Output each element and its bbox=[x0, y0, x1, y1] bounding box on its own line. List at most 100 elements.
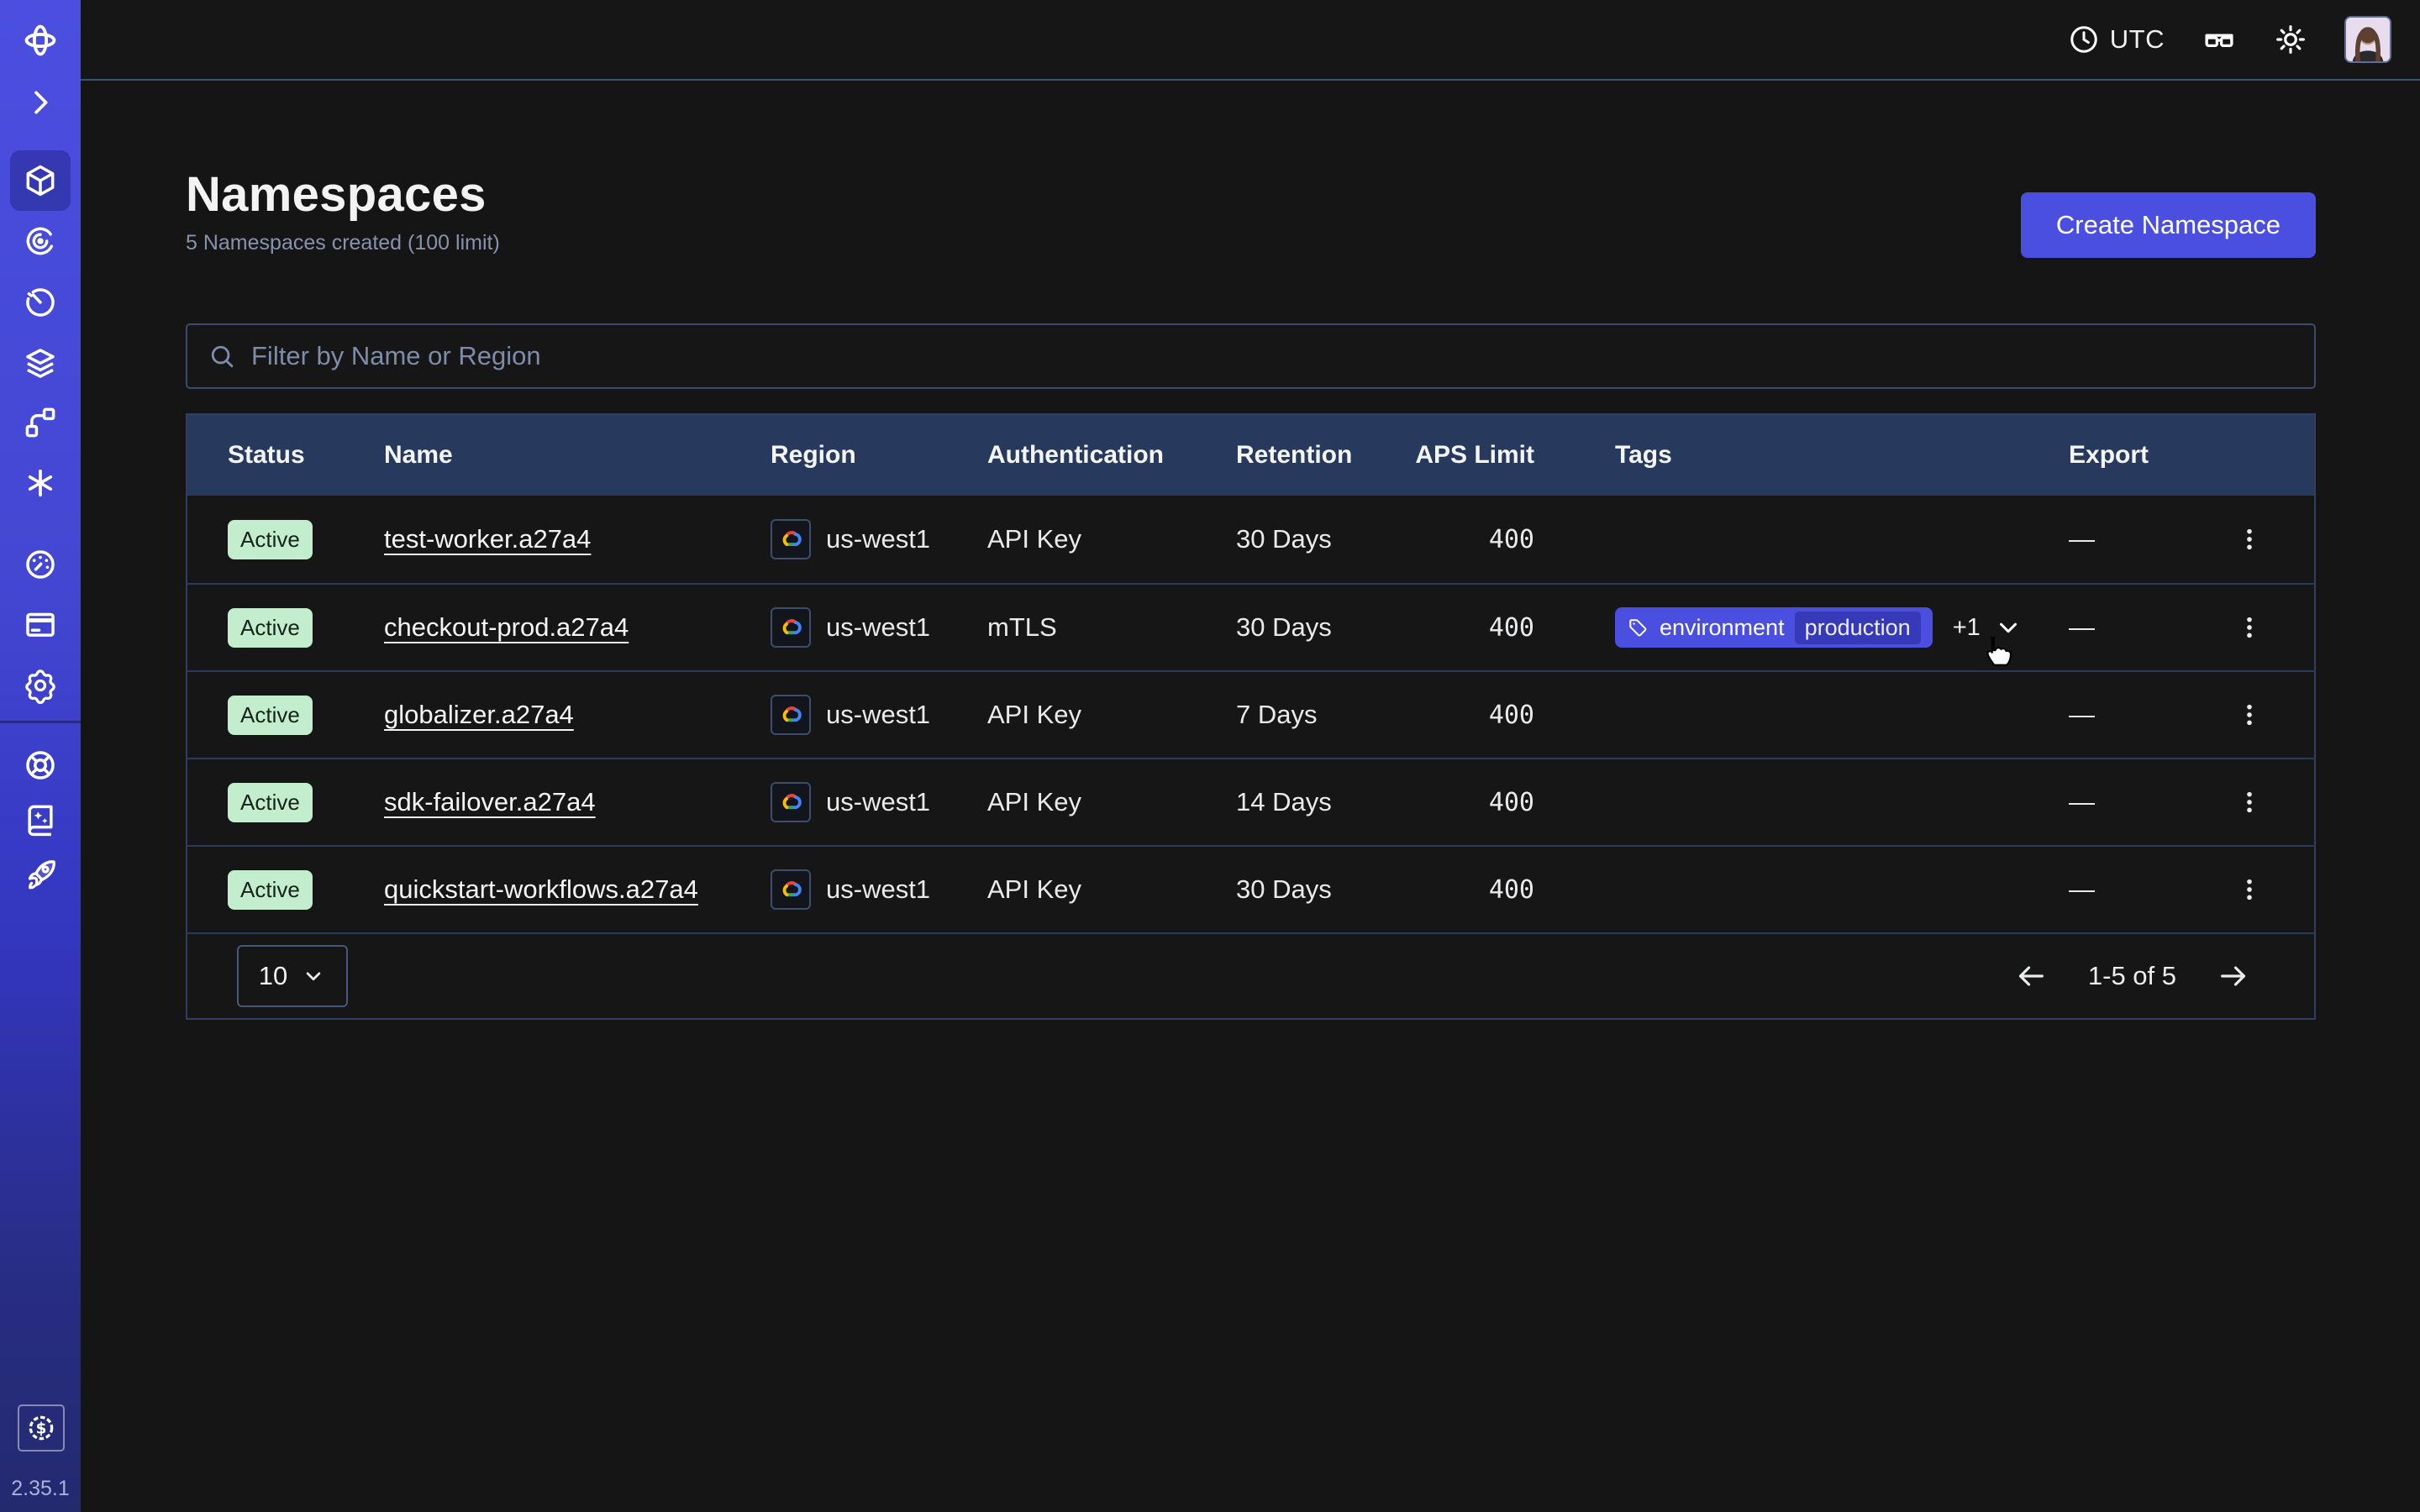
sidebar-item-usage[interactable] bbox=[0, 534, 81, 595]
app-version: 2.35.1 bbox=[0, 1477, 81, 1501]
theme-toggle-button[interactable] bbox=[2274, 23, 2307, 56]
settings-gear-icon bbox=[22, 667, 59, 704]
kebab-menu-icon bbox=[2235, 701, 2264, 729]
avatar-image bbox=[2346, 18, 2390, 61]
sidebar-item-monitor[interactable] bbox=[0, 211, 81, 271]
namespace-link[interactable]: quickstart-workflows.a27a4 bbox=[384, 874, 698, 905]
namespace-link[interactable]: checkout-prod.a27a4 bbox=[384, 612, 629, 643]
sidebar-item-docs[interactable] bbox=[0, 790, 81, 850]
reader-glasses-icon bbox=[2202, 22, 2237, 57]
chevron-down-icon bbox=[1994, 613, 2023, 642]
sidebar-item-getting-started[interactable] bbox=[0, 844, 81, 905]
sidebar-divider bbox=[0, 721, 81, 723]
retention-cell: 30 Days bbox=[1219, 847, 1414, 932]
sidebar-item-namespaces[interactable] bbox=[0, 150, 81, 211]
filter-input[interactable] bbox=[251, 341, 2294, 371]
tags-cell bbox=[1548, 672, 2028, 758]
sidebar-item-nexus[interactable] bbox=[0, 392, 81, 453]
sidebar-item-schedules[interactable] bbox=[0, 272, 81, 333]
cloud-provider-badge bbox=[771, 607, 811, 648]
create-namespace-button[interactable]: Create Namespace bbox=[2021, 192, 2316, 258]
countdown-timer-icon bbox=[22, 284, 59, 321]
pricing-button[interactable]: $ bbox=[18, 1404, 65, 1452]
name-cell: sdk-failover.a27a4 bbox=[367, 759, 754, 845]
retention-cell: 14 Days bbox=[1219, 759, 1414, 845]
col-name: Name bbox=[367, 415, 754, 496]
row-menu-button[interactable] bbox=[2226, 604, 2273, 651]
aps-cell: 400 bbox=[1414, 585, 1548, 670]
sidebar-item-billing[interactable] bbox=[0, 595, 81, 655]
previous-page-button[interactable] bbox=[2014, 959, 2048, 993]
aps-value: 400 bbox=[1489, 875, 1534, 905]
namespace-link[interactable]: globalizer.a27a4 bbox=[384, 700, 574, 730]
billing-panel-icon bbox=[22, 606, 59, 643]
aps-value: 400 bbox=[1489, 525, 1534, 554]
app-root: $ 2.35.1 UTC bbox=[0, 0, 2420, 1512]
timezone-selector[interactable]: UTC bbox=[2068, 24, 2165, 55]
status-cell: Active bbox=[187, 585, 367, 670]
table-header-row: Status Name Region Authentication Retent… bbox=[187, 415, 2314, 496]
auth-cell: API Key bbox=[971, 847, 1219, 932]
search-icon bbox=[208, 342, 236, 370]
svg-text:$: $ bbox=[36, 1420, 47, 1438]
namespace-link[interactable]: test-worker.a27a4 bbox=[384, 524, 591, 554]
col-export: Export bbox=[2028, 415, 2185, 496]
docs-book-icon bbox=[22, 801, 59, 838]
gcp-icon bbox=[778, 615, 803, 640]
cloud-provider-badge bbox=[771, 782, 811, 822]
asterisk-icon bbox=[22, 465, 59, 501]
retention-cell: 30 Days bbox=[1219, 496, 1414, 583]
gcp-icon bbox=[778, 527, 803, 552]
aps-cell: 400 bbox=[1414, 672, 1548, 758]
tags-cell bbox=[1548, 496, 2028, 583]
tags-expand-button[interactable] bbox=[1994, 613, 2023, 642]
status-cell: Active bbox=[187, 759, 367, 845]
reader-mode-button[interactable] bbox=[2202, 22, 2237, 57]
tag-value: production bbox=[1795, 612, 1921, 644]
aps-cell: 400 bbox=[1414, 759, 1548, 845]
layers-stack-icon bbox=[22, 344, 59, 381]
region-label: us-west1 bbox=[826, 787, 930, 817]
temporal-logo[interactable] bbox=[0, 10, 81, 71]
table-body: Active test-worker.a27a4 us-west1 API Ke… bbox=[187, 496, 2314, 932]
row-menu-button[interactable] bbox=[2226, 866, 2273, 913]
tag-pill[interactable]: environment production bbox=[1615, 607, 1933, 648]
filter-bar bbox=[186, 323, 2316, 389]
arrow-left-icon bbox=[2014, 959, 2048, 993]
namespace-link[interactable]: sdk-failover.a27a4 bbox=[384, 787, 596, 817]
aps-value: 400 bbox=[1489, 701, 1534, 730]
auth-cell: API Key bbox=[971, 759, 1219, 845]
gcp-icon bbox=[778, 877, 803, 902]
sidebar-expand-button[interactable] bbox=[0, 72, 81, 133]
actions-cell bbox=[2185, 496, 2314, 583]
auth-cell: API Key bbox=[971, 496, 1219, 583]
row-menu-button[interactable] bbox=[2226, 691, 2273, 738]
sidebar-item-settings[interactable] bbox=[0, 655, 81, 716]
workflow-branch-icon bbox=[22, 404, 59, 441]
status-badge: Active bbox=[228, 608, 313, 648]
gcp-icon bbox=[778, 702, 803, 727]
actions-cell bbox=[2185, 672, 2314, 758]
region-label: us-west1 bbox=[826, 524, 930, 554]
export-cell: — bbox=[2028, 496, 2185, 583]
col-authentication: Authentication bbox=[971, 415, 1219, 496]
row-menu-button[interactable] bbox=[2226, 516, 2273, 563]
region-cell: us-west1 bbox=[754, 585, 971, 670]
user-avatar[interactable] bbox=[2344, 16, 2391, 63]
col-tags: Tags bbox=[1548, 415, 2028, 496]
status-cell: Active bbox=[187, 496, 367, 583]
row-menu-button[interactable] bbox=[2226, 779, 2273, 826]
pager-range-label: 1-5 of 5 bbox=[2088, 961, 2176, 991]
aps-value: 400 bbox=[1489, 788, 1534, 817]
sidebar-item-deployments[interactable] bbox=[0, 333, 81, 393]
sidebar: $ 2.35.1 bbox=[0, 0, 81, 1512]
page-size-select[interactable]: 10 bbox=[237, 945, 348, 1007]
sidebar-item-connectivity[interactable] bbox=[0, 453, 81, 513]
export-cell: — bbox=[2028, 672, 2185, 758]
auth-cell: mTLS bbox=[971, 585, 1219, 670]
sidebar-item-support[interactable] bbox=[0, 735, 81, 795]
getting-started-rocket-icon bbox=[22, 856, 59, 893]
status-badge: Active bbox=[228, 520, 313, 559]
next-page-button[interactable] bbox=[2217, 959, 2250, 993]
region-cell: us-west1 bbox=[754, 847, 971, 932]
